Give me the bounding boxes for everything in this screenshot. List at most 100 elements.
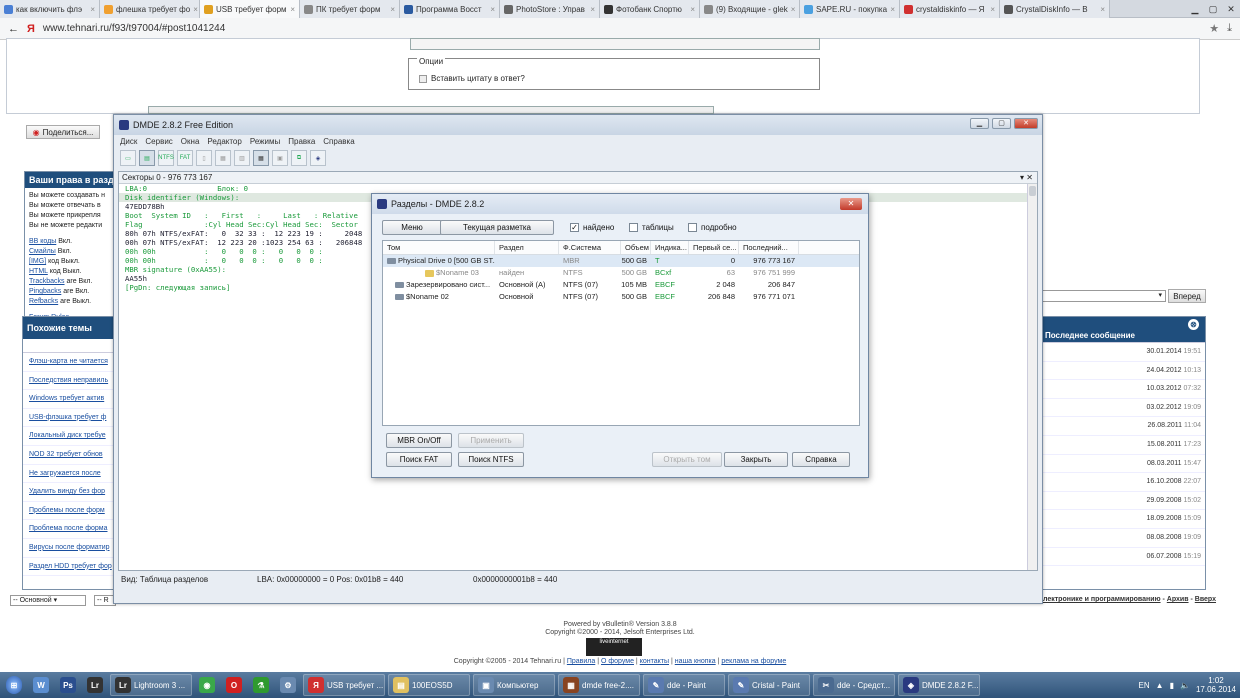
browser-tab[interactable]: Фотобанк Спортю × — [600, 0, 700, 18]
similar-thread-link[interactable]: Раздел HDD требует фор — [23, 558, 117, 577]
network-icon[interactable]: ▮ — [1170, 681, 1174, 690]
file-icon[interactable]: ▯ — [196, 150, 212, 166]
column-header[interactable]: Последний... — [739, 241, 799, 254]
browser-tab[interactable]: crystaldiskinfo — Я × — [900, 0, 1000, 18]
dmde-menu-item[interactable]: Режимы — [250, 137, 280, 146]
footer-link[interactable]: контакты — [640, 658, 669, 665]
code-link[interactable]: Смайлы — [29, 248, 56, 255]
taskbar-item[interactable]: ✎ Cristal - Paint — [728, 674, 810, 696]
dmde-logo-icon[interactable]: ◈ — [310, 150, 326, 166]
reply-textarea[interactable] — [410, 38, 820, 50]
browser-tab[interactable]: PhotoStore : Управ × — [500, 0, 600, 18]
tab-close-icon[interactable]: × — [990, 5, 995, 14]
tab-close-icon[interactable]: × — [193, 5, 198, 14]
taskbar-item[interactable]: ⚙ — [276, 674, 300, 696]
taskbar-item[interactable]: ⚗ — [249, 674, 273, 696]
maximize-icon[interactable]: ▢ — [1204, 0, 1222, 18]
tables-option[interactable]: таблицы — [629, 223, 674, 232]
column-header[interactable]: Раздел — [495, 241, 559, 254]
taskbar-item[interactable]: ✎ dde - Paint — [643, 674, 725, 696]
tables-checkbox[interactable] — [629, 223, 638, 232]
taskbar-item[interactable]: W — [29, 674, 53, 696]
back-icon[interactable]: ← — [8, 23, 19, 35]
browser-tab[interactable]: USB требует форм × — [200, 0, 300, 18]
tab-close-icon[interactable]: × — [90, 5, 95, 14]
detail-option[interactable]: подробно — [688, 223, 737, 232]
close-icon[interactable]: ✕ — [1222, 0, 1240, 18]
partitions-icon[interactable]: ▤ — [139, 150, 155, 166]
partition-row[interactable]: Physical Drive 0 [500 GB ST... MBR 500 GB T… — [383, 255, 859, 267]
forward-button[interactable]: Вперед — [1168, 289, 1206, 303]
dmde-menu-item[interactable]: Редактор — [207, 137, 241, 146]
browser-tab[interactable]: ПК требует форм × — [300, 0, 400, 18]
menu-button[interactable]: Меню — [382, 220, 442, 235]
clock[interactable]: 1:02 17.06.2014 — [1196, 676, 1236, 694]
code-link[interactable]: Pingbacks — [29, 288, 61, 295]
close-button[interactable]: Закрыть — [724, 452, 788, 467]
dmde-menu-item[interactable]: Справка — [323, 137, 354, 146]
help-button[interactable]: Справка — [792, 452, 850, 467]
similar-thread-link[interactable]: Проблема после форма — [23, 520, 117, 539]
detail-checkbox[interactable] — [688, 223, 697, 232]
dmde-minimize-icon[interactable]: ▁ — [970, 118, 989, 129]
vertical-scrollbar[interactable] — [1027, 184, 1037, 570]
dmde-maximize-icon[interactable]: ▢ — [992, 118, 1011, 129]
copy-icon[interactable]: ⧉ — [291, 150, 307, 166]
image-icon[interactable]: ▣ — [272, 150, 288, 166]
column-header[interactable]: Том — [383, 241, 495, 254]
found-option[interactable]: ✓ найдено — [570, 223, 614, 232]
mbr-toggle-button[interactable]: MBR On/Off — [386, 433, 452, 448]
table-view-icon[interactable]: ▦ — [253, 150, 269, 166]
code-link[interactable]: Trackbacks — [29, 278, 65, 285]
similar-thread-link[interactable]: Локальный диск требуе — [23, 427, 117, 446]
start-button[interactable]: ⊞ — [2, 674, 26, 696]
dmde-menu-item[interactable]: Диск — [120, 137, 137, 146]
partition-row[interactable]: Зарезервировано сист... Основной (A) NTFS … — [383, 279, 859, 291]
code-link[interactable]: BB коды — [29, 238, 56, 245]
browser-tab[interactable]: Программа Восст × — [400, 0, 500, 18]
taskbar-item[interactable]: ▦ dmde free-2.... — [558, 674, 640, 696]
yandex-logo-icon[interactable]: Я — [27, 23, 35, 35]
language-indicator[interactable]: EN — [1139, 681, 1150, 690]
similar-thread-link[interactable]: Проблемы после форм — [23, 502, 117, 521]
similar-thread-link[interactable]: Удалить винду без фор — [23, 483, 117, 502]
code-link[interactable]: [IMG] — [29, 258, 46, 265]
fat-search-button[interactable]: Поиск FAT — [386, 452, 452, 467]
browser-tab[interactable]: как включить флэ × — [0, 0, 100, 18]
taskbar-item[interactable]: O — [222, 674, 246, 696]
taskbar-item[interactable]: Ps — [56, 674, 80, 696]
dialog-close-icon[interactable]: ✕ — [840, 198, 862, 210]
dmde-menu-item[interactable]: Правка — [288, 137, 315, 146]
dmde-menu-item[interactable]: Сервис — [145, 137, 172, 146]
share-button[interactable]: ◉ Поделиться... — [26, 125, 100, 139]
taskbar-item[interactable]: Lr — [83, 674, 107, 696]
tab-close-icon[interactable]: × — [590, 5, 595, 14]
taskbar-item[interactable]: ◉ — [195, 674, 219, 696]
footer-link[interactable]: реклама на форуме — [721, 658, 786, 665]
similar-thread-link[interactable]: Флэш-карта не читается — [23, 353, 117, 372]
forum-jump-select[interactable]: ▾ — [1042, 290, 1166, 302]
footer-link[interactable]: наша кнопка — [675, 658, 716, 665]
collapse-icon[interactable]: ⊗ — [1188, 319, 1199, 330]
browser-tab[interactable]: SAPE.RU - покупка × — [800, 0, 900, 18]
tray-arrow-icon[interactable]: ▲ — [1156, 681, 1164, 690]
browser-tab[interactable]: (9) Входящие - glek × — [700, 0, 800, 18]
tab-close-icon[interactable]: × — [890, 5, 895, 14]
current-layout-button[interactable]: Текущая разметка — [440, 220, 554, 235]
taskbar-item[interactable]: Я USB требует ... — [303, 674, 385, 696]
open-icon[interactable]: ▦ — [215, 150, 231, 166]
partition-row[interactable]: $Noname 03 найден NTFS 500 GB BCxf 63 976 751 … — [383, 267, 859, 279]
code-link[interactable]: Refbacks — [29, 298, 58, 305]
column-header[interactable]: Ф.Система — [559, 241, 621, 254]
volume-icon[interactable]: 🔈 — [1180, 681, 1190, 690]
tab-close-icon[interactable]: × — [1100, 5, 1105, 14]
style-select[interactable]: -- Основной ▾ — [10, 595, 86, 606]
tab-close-icon[interactable]: × — [290, 5, 295, 14]
dmde-close-icon[interactable]: ✕ — [1014, 118, 1038, 129]
taskbar-item[interactable]: Lr Lightroom 3 ... — [110, 674, 192, 696]
apply-button[interactable]: Применить — [458, 433, 524, 448]
similar-thread-link[interactable]: Вирусы после форматир — [23, 539, 117, 558]
pane-controls[interactable]: ▾ ✕ — [1020, 172, 1033, 184]
ntfs-search-button[interactable]: Поиск NTFS — [458, 452, 524, 467]
taskbar-item[interactable]: ◈ DMDE 2.8.2 F... — [898, 674, 980, 696]
